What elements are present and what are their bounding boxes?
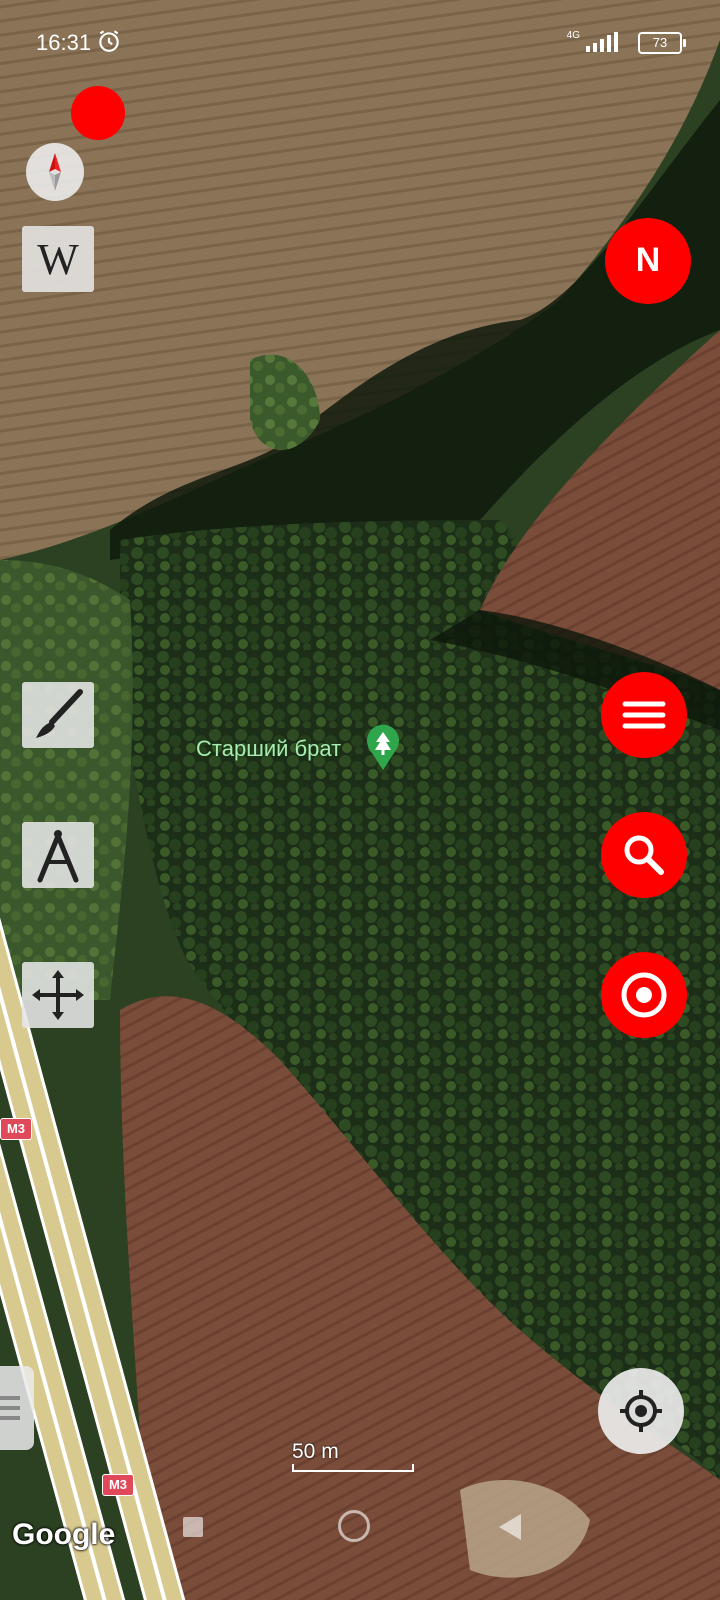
network-type: 4G [566, 30, 580, 41]
target-button[interactable] [601, 952, 687, 1038]
move-arrows-icon [22, 970, 94, 1032]
recent-apps-button[interactable] [183, 1517, 203, 1537]
google-logo: Google [12, 1518, 116, 1551]
search-button[interactable] [601, 812, 687, 898]
alarm-clock-icon [96, 28, 122, 59]
road-shield: M3 [102, 1474, 134, 1496]
forest-pin-icon [366, 724, 400, 775]
map-scale: 50 m [292, 1440, 414, 1474]
move-button[interactable] [22, 962, 94, 1028]
compass-divider-icon [22, 830, 94, 892]
gps-locate-button[interactable] [598, 1368, 684, 1454]
side-drawer-handle[interactable] [0, 1366, 34, 1450]
back-button[interactable] [499, 1514, 521, 1540]
status-bar: 16:31 4G 73 [0, 26, 720, 62]
north-label: N [635, 241, 661, 279]
road-shield: M3 [0, 1118, 32, 1140]
status-time: 16:31 [36, 30, 92, 55]
hamburger-menu-icon [601, 701, 687, 762]
menu-button[interactable] [601, 672, 687, 758]
wikipedia-button[interactable]: W [22, 226, 94, 292]
battery-level: 73 [638, 32, 686, 54]
scale-bar [292, 1464, 414, 1472]
target-icon [601, 972, 687, 1042]
compass-icon[interactable] [26, 143, 84, 201]
paintbrush-icon [22, 689, 94, 752]
recording-dot[interactable] [71, 86, 125, 140]
poi-label: Старший брат [196, 736, 342, 761]
wikipedia-icon: W [37, 235, 79, 284]
scale-label: 50 m [292, 1440, 339, 1463]
search-icon [601, 835, 687, 902]
home-button[interactable] [338, 1510, 370, 1542]
north-button[interactable]: N [605, 218, 691, 304]
measure-button[interactable] [22, 822, 94, 888]
gps-locate-icon [598, 1390, 684, 1458]
draw-button[interactable] [22, 682, 94, 748]
signal-bars-icon [586, 32, 620, 57]
